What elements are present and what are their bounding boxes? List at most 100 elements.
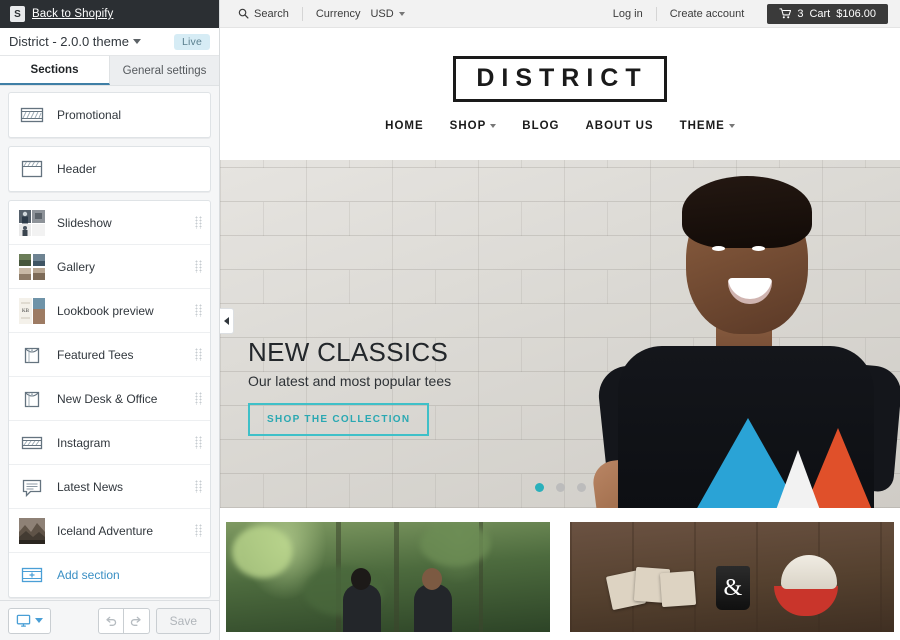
search-button[interactable]: Search <box>232 0 302 28</box>
sidebar-item-label: Gallery <box>57 259 96 274</box>
hero-cta-button[interactable]: SHOP THE COLLECTION <box>248 403 430 436</box>
sidebar-item-instagram[interactable]: Instagram <box>9 421 210 465</box>
status-badge: Live <box>173 33 210 50</box>
slideshow-thumb <box>19 209 45 236</box>
sidebar-item-label: Latest News <box>57 479 124 494</box>
hero-copy-block: NEW CLASSICS Our latest and most popular… <box>248 338 451 436</box>
coaster <box>659 570 696 607</box>
foliage <box>420 522 491 566</box>
history-buttons <box>97 607 150 634</box>
collapse-sidebar-button[interactable] <box>220 308 234 334</box>
shopify-bag-icon <box>10 6 25 22</box>
nav-item-home[interactable]: HOME <box>385 120 424 132</box>
model-eye-right <box>752 246 765 251</box>
main-navigation: HOME SHOP BLOG ABOUT US THEME <box>385 120 735 132</box>
hero-model-photo <box>590 160 900 508</box>
caret-down-icon <box>398 11 405 16</box>
shopify-admin-bar: Back to Shopify <box>0 0 219 28</box>
person-left-head <box>350 568 371 590</box>
drag-handle-icon[interactable] <box>195 436 202 449</box>
sidebar-item-header[interactable]: Header <box>9 147 210 191</box>
instagram-grid-icon <box>21 436 43 449</box>
redo-button[interactable] <box>123 607 150 634</box>
redo-arrow-icon <box>131 616 141 626</box>
cart-button[interactable]: 3 Cart $106.00 <box>767 3 888 24</box>
slide-dot-3[interactable] <box>576 483 586 492</box>
sections-list[interactable]: Promotional Header Slideshow Gallery KB … <box>0 86 219 600</box>
product-tag-icon <box>24 391 40 407</box>
nav-label: ABOUT US <box>585 120 654 132</box>
store-preview: Search Currency USD Log in Create accoun… <box>220 0 900 640</box>
editor-footer-toolbar: Save <box>0 600 219 640</box>
theme-name-dropdown[interactable]: District - 2.0.0 theme <box>9 34 141 49</box>
drag-handle-icon[interactable] <box>195 348 202 361</box>
theme-editor-app: Back to Shopify District - 2.0.0 theme L… <box>0 0 900 640</box>
store-utility-bar: Search Currency USD Log in Create accoun… <box>220 0 900 28</box>
tab-general-settings[interactable]: General settings <box>110 56 219 85</box>
sidebar-item-label: Lookbook preview <box>57 303 154 318</box>
drag-handle-icon[interactable] <box>195 216 202 229</box>
sidebar-item-latest-news[interactable]: Latest News <box>9 465 210 509</box>
promo-tile-desk[interactable] <box>570 522 894 632</box>
add-section-button[interactable]: Add section <box>9 553 210 597</box>
search-label: Search <box>254 7 289 20</box>
ampersand-mug <box>715 566 750 610</box>
hero-slideshow[interactable]: NEW CLASSICS Our latest and most popular… <box>220 160 900 508</box>
shopping-cart-icon <box>779 8 792 19</box>
nav-item-shop[interactable]: SHOP <box>450 120 497 132</box>
slideshow-pagination <box>220 483 900 492</box>
sidebar-item-slideshow[interactable]: Slideshow <box>9 201 210 245</box>
slide-dot-2[interactable] <box>555 483 565 492</box>
model-eye-left <box>712 246 725 251</box>
device-preview-selector[interactable] <box>8 607 51 634</box>
slide-dot-1[interactable] <box>534 483 544 492</box>
nav-item-theme[interactable]: THEME <box>680 120 735 132</box>
login-link[interactable]: Log in <box>607 0 656 28</box>
currency-value: USD <box>370 7 394 20</box>
cap-crown <box>780 555 837 589</box>
history-and-save: Save <box>97 607 211 634</box>
sidebar-item-label: Slideshow <box>57 215 112 230</box>
sidebar-item-iceland-adventure[interactable]: Iceland Adventure <box>9 509 210 553</box>
nav-label: BLOG <box>522 120 560 132</box>
sidebar-item-lookbook-preview[interactable]: KB Lookbook preview <box>9 289 210 333</box>
caret-down-icon <box>728 124 735 128</box>
cap-brim <box>774 585 839 616</box>
tab-sections[interactable]: Sections <box>0 56 110 85</box>
section-group-content: Slideshow Gallery KB Lookbook preview Fe… <box>8 200 211 598</box>
sidebar-item-label: Iceland Adventure <box>57 523 154 538</box>
tshirt-white-triangle <box>776 450 820 508</box>
drag-handle-icon[interactable] <box>195 304 202 317</box>
sidebar-tabs: Sections General settings <box>0 56 219 86</box>
create-account-link[interactable]: Create account <box>657 0 758 28</box>
sidebar-item-promotional[interactable]: Promotional <box>9 93 210 137</box>
promo-tile-forest[interactable] <box>226 522 550 632</box>
drag-handle-icon[interactable] <box>195 524 202 537</box>
back-to-shopify-link[interactable]: Back to Shopify <box>32 8 113 20</box>
utility-bar-left: Search Currency USD <box>232 0 418 28</box>
store-logo[interactable]: DISTRICT <box>453 56 667 102</box>
desktop-icon <box>16 614 31 627</box>
drag-handle-icon[interactable] <box>195 480 202 493</box>
sidebar-item-new-desk-office[interactable]: New Desk & Office <box>9 377 210 421</box>
cart-count: 3 <box>797 7 804 20</box>
currency-selector[interactable]: Currency USD <box>303 0 418 28</box>
triangle-left-icon <box>224 317 229 325</box>
drag-handle-icon[interactable] <box>195 392 202 405</box>
nav-item-about-us[interactable]: ABOUT US <box>586 120 654 132</box>
sidebar-item-gallery[interactable]: Gallery <box>9 245 210 289</box>
person-right-head <box>422 568 443 590</box>
sidebar-item-label: Instagram <box>57 435 111 450</box>
product-tag-icon <box>24 347 40 363</box>
add-section-icon <box>21 567 43 583</box>
save-button[interactable]: Save <box>155 607 211 634</box>
store-header: DISTRICT HOME SHOP BLOG ABOUT US THEME <box>220 28 900 160</box>
sidebar-item-label: Header <box>57 162 97 176</box>
nav-label: SHOP <box>449 120 487 132</box>
chevron-down-icon <box>132 39 141 44</box>
nav-item-blog[interactable]: BLOG <box>522 120 559 132</box>
drag-handle-icon[interactable] <box>195 260 202 273</box>
sidebar-item-featured-tees[interactable]: Featured Tees <box>9 333 210 377</box>
undo-button[interactable] <box>97 607 124 634</box>
hero-title: NEW CLASSICS <box>248 337 449 368</box>
